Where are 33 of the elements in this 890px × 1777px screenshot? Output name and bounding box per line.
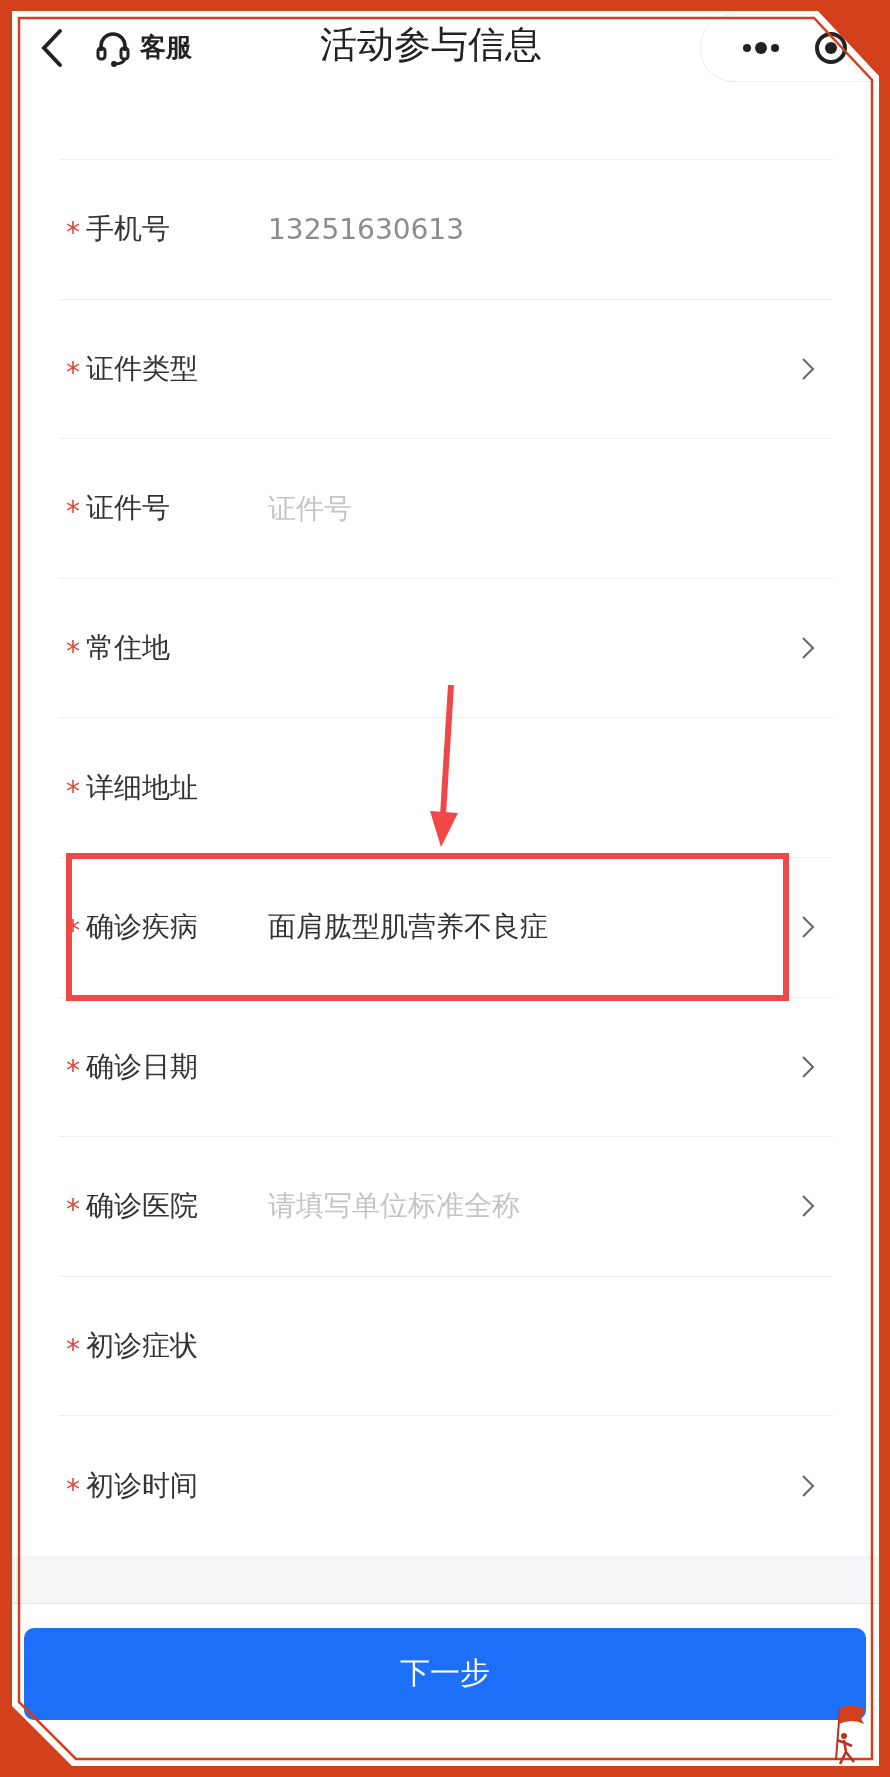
field-label: 确诊医院 [86, 1188, 199, 1225]
field-label: 初诊症状 [86, 1328, 199, 1365]
required-asterisk: * [65, 638, 81, 667]
service-link[interactable]: 客服 [140, 30, 192, 65]
more-icon[interactable] [741, 41, 781, 55]
field-label: 证件类型 [86, 350, 199, 387]
close-icon[interactable] [813, 30, 849, 66]
chevron-icon [801, 1054, 815, 1079]
chevron-icon [801, 1194, 815, 1219]
required-asterisk: * [65, 498, 81, 527]
required-asterisk: * [65, 1336, 81, 1365]
field-label: 详细地址 [86, 769, 199, 806]
field-label: 确诊疾病 [86, 909, 199, 946]
page-title: 活动参与信息 [320, 22, 542, 68]
required-asterisk: * [65, 777, 81, 806]
chevron-icon [801, 1474, 815, 1499]
field-label: 常住地 [86, 630, 171, 667]
required-asterisk: * [65, 219, 81, 248]
required-asterisk: * [65, 1056, 81, 1085]
required-asterisk: * [65, 1476, 81, 1505]
field-label: 初诊时间 [86, 1468, 199, 1505]
back-icon[interactable] [40, 27, 64, 68]
input-field[interactable]: 证件号 [268, 486, 813, 531]
required-asterisk: * [65, 1196, 81, 1225]
required-asterisk: * [65, 358, 81, 387]
select-field[interactable]: 面肩肱型肌营养不良症 [268, 897, 833, 958]
next-step-button[interactable]: 下一步 [24, 1627, 866, 1720]
field-label: 手机号 [86, 211, 171, 248]
chevron-icon [801, 356, 815, 381]
chevron-icon [801, 915, 815, 940]
field-label: 确诊日期 [86, 1048, 199, 1085]
chevron-icon [801, 636, 815, 661]
field-label: 证件号 [86, 490, 171, 527]
